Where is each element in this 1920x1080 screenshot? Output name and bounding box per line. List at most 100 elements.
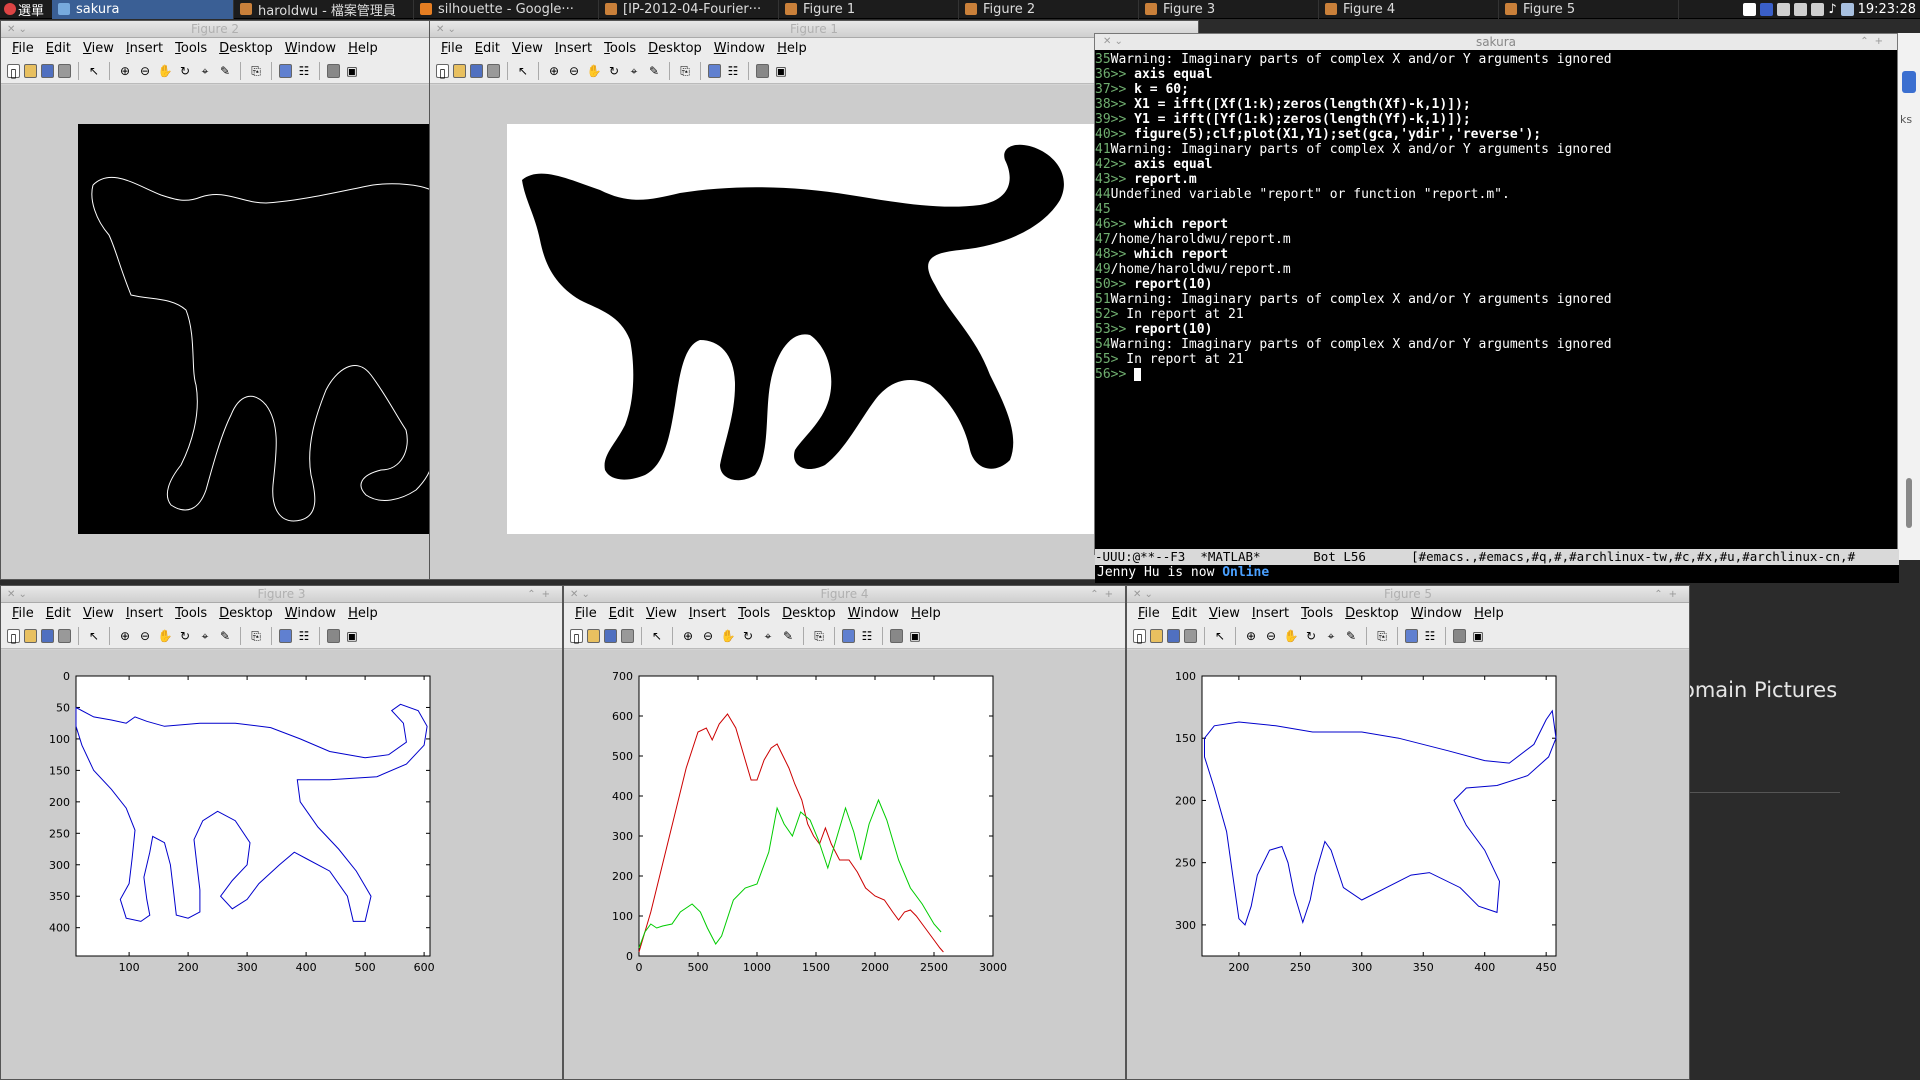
data-cursor-icon[interactable]: ⌖: [626, 63, 642, 79]
menu-desktop[interactable]: Desktop: [643, 41, 709, 56]
menu-desktop[interactable]: Desktop: [777, 606, 843, 621]
save-icon[interactable]: [470, 63, 483, 78]
menu-help[interactable]: Help: [343, 41, 385, 56]
browser-tab-icon[interactable]: [1902, 71, 1916, 93]
print-icon[interactable]: [621, 628, 634, 643]
rotate-icon[interactable]: ↻: [177, 63, 193, 79]
taskbar-task[interactable]: Figure 3: [1139, 0, 1320, 19]
data-cursor-icon[interactable]: ⌖: [197, 628, 213, 644]
menu-tools[interactable]: Tools: [170, 606, 214, 621]
colorbar-icon[interactable]: [708, 63, 721, 78]
menu-view[interactable]: View: [641, 606, 684, 621]
taskbar-task[interactable]: Figure 1: [779, 0, 960, 19]
menu-window[interactable]: Window: [280, 41, 343, 56]
open-file-icon[interactable]: [24, 63, 37, 78]
menu-edit[interactable]: Edit: [470, 41, 507, 56]
volume-icon[interactable]: ♪: [1828, 2, 1836, 17]
menu-view[interactable]: View: [78, 41, 121, 56]
print-icon[interactable]: [1184, 628, 1197, 643]
menu-file[interactable]: File: [7, 41, 41, 56]
hide-tools-icon[interactable]: [756, 63, 769, 78]
menu-tools[interactable]: Tools: [599, 41, 643, 56]
zoom-in-icon[interactable]: ⊕: [680, 628, 696, 644]
link-icon[interactable]: ⎘: [248, 63, 264, 79]
link-icon[interactable]: ⎘: [677, 63, 693, 79]
open-file-icon[interactable]: [1150, 628, 1163, 643]
print-icon[interactable]: [58, 63, 71, 78]
zoom-in-icon[interactable]: ⊕: [1243, 628, 1259, 644]
menu-desktop[interactable]: Desktop: [214, 41, 280, 56]
taskbar-task[interactable]: sakura: [52, 0, 235, 19]
menu-help[interactable]: Help: [906, 606, 948, 621]
start-menu-button[interactable]: 選單: [0, 0, 52, 19]
taskbar-task[interactable]: [IP-2012-04-Fourier···: [599, 0, 780, 19]
menu-file[interactable]: File: [570, 606, 604, 621]
terminal-output[interactable]: 35Warning: Imaginary parts of complex X …: [1095, 50, 1897, 534]
figure-5-titlebar[interactable]: ✕ ⌄ Figure 5 ⌃+: [1127, 586, 1689, 603]
terminal-close-icon[interactable]: ✕ ⌄: [1103, 34, 1123, 50]
show-tools-icon[interactable]: ▣: [773, 63, 789, 79]
data-cursor-icon[interactable]: ⌖: [197, 63, 213, 79]
menu-desktop[interactable]: Desktop: [214, 606, 280, 621]
network-icon[interactable]: [1777, 2, 1791, 16]
menu-edit[interactable]: Edit: [41, 41, 78, 56]
new-file-icon[interactable]: ▯: [436, 63, 449, 80]
legend-icon[interactable]: ☷: [1422, 628, 1438, 644]
colorbar-icon[interactable]: [842, 628, 855, 643]
zoom-in-icon[interactable]: ⊕: [117, 628, 133, 644]
save-icon[interactable]: [41, 628, 54, 643]
pan-icon[interactable]: ✋: [586, 63, 602, 79]
keyboard-icon[interactable]: [1794, 2, 1808, 16]
pan-icon[interactable]: ✋: [720, 628, 736, 644]
figure-3-titlebar[interactable]: ✕ ⌄ Figure 3 ⌃+: [1, 586, 562, 603]
flag-icon[interactable]: [1760, 2, 1774, 16]
menu-tools[interactable]: Tools: [170, 41, 214, 56]
show-tools-icon[interactable]: ▣: [907, 628, 923, 644]
hide-tools-icon[interactable]: [327, 63, 340, 78]
print-icon[interactable]: [487, 63, 500, 78]
pan-icon[interactable]: ✋: [1283, 628, 1299, 644]
menu-help[interactable]: Help: [1469, 606, 1511, 621]
menu-edit[interactable]: Edit: [41, 606, 78, 621]
brush-icon[interactable]: ✎: [780, 628, 796, 644]
print-icon[interactable]: [58, 628, 71, 643]
menu-tools[interactable]: Tools: [1296, 606, 1340, 621]
link-icon[interactable]: ⎘: [1374, 628, 1390, 644]
menu-insert[interactable]: Insert: [684, 606, 733, 621]
colorbar-icon[interactable]: [279, 628, 292, 643]
zoom-out-icon[interactable]: ⊖: [1263, 628, 1279, 644]
folder-icon[interactable]: [1840, 2, 1854, 16]
brush-icon[interactable]: ✎: [217, 628, 233, 644]
new-file-icon[interactable]: ▯: [570, 628, 583, 645]
hide-tools-icon[interactable]: [890, 628, 903, 643]
legend-icon[interactable]: ☷: [296, 628, 312, 644]
taskbar-task[interactable]: silhouette - Google···: [414, 0, 600, 19]
pointer-icon[interactable]: ↖: [649, 628, 665, 644]
pointer-icon[interactable]: ↖: [1212, 628, 1228, 644]
menu-help[interactable]: Help: [772, 41, 814, 56]
brush-icon[interactable]: ✎: [646, 63, 662, 79]
open-file-icon[interactable]: [587, 628, 600, 643]
menu-window[interactable]: Window: [280, 606, 343, 621]
menu-file[interactable]: File: [7, 606, 41, 621]
menu-insert[interactable]: Insert: [121, 606, 170, 621]
menu-insert[interactable]: Insert: [1247, 606, 1296, 621]
menu-view[interactable]: View: [1204, 606, 1247, 621]
brush-icon[interactable]: ✎: [217, 63, 233, 79]
terminal-window-controls-icon[interactable]: ⌃+: [1860, 34, 1889, 50]
menu-insert[interactable]: Insert: [550, 41, 599, 56]
scrollbar-thumb[interactable]: [1906, 478, 1912, 528]
link-icon[interactable]: ⎘: [248, 628, 264, 644]
save-icon[interactable]: [41, 63, 54, 78]
zoom-out-icon[interactable]: ⊖: [137, 63, 153, 79]
pan-icon[interactable]: ✋: [157, 628, 173, 644]
data-cursor-icon[interactable]: ⌖: [1323, 628, 1339, 644]
dropbox-icon[interactable]: [1743, 2, 1757, 16]
legend-icon[interactable]: ☷: [296, 63, 312, 79]
menu-insert[interactable]: Insert: [121, 41, 170, 56]
zoom-out-icon[interactable]: ⊖: [137, 628, 153, 644]
zoom-out-icon[interactable]: ⊖: [566, 63, 582, 79]
figure-4-titlebar[interactable]: ✕ ⌄ Figure 4 ⌃+: [564, 586, 1125, 603]
menu-window[interactable]: Window: [1406, 606, 1469, 621]
colorbar-icon[interactable]: [1405, 628, 1418, 643]
